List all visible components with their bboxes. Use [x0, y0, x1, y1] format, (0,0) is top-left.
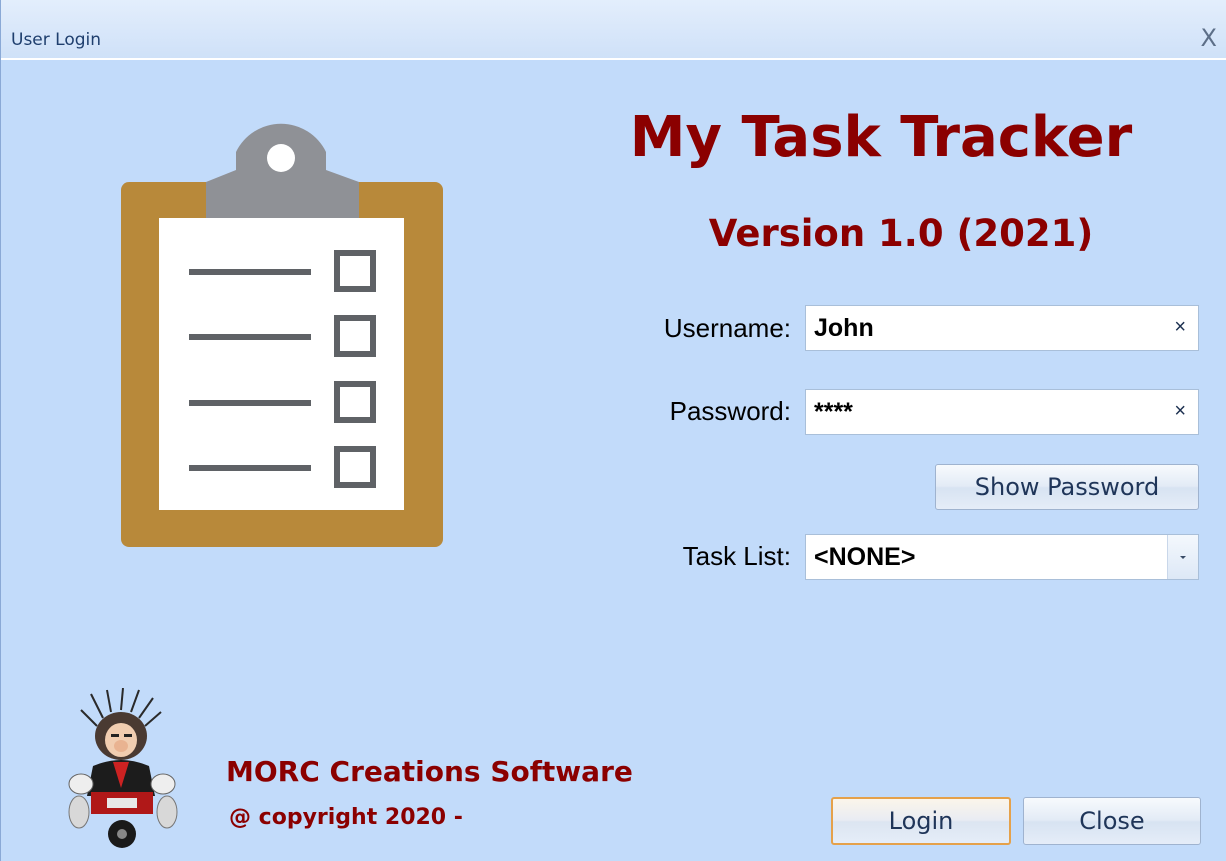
username-field[interactable]: John × — [805, 305, 1199, 351]
login-button[interactable]: Login — [831, 797, 1011, 845]
username-value: John — [814, 314, 874, 342]
app-version: Version 1.0 (2021) — [708, 212, 1094, 255]
window-close-icon[interactable]: X — [1201, 24, 1217, 52]
chevron-down-icon — [1180, 556, 1186, 559]
window-title: User Login — [11, 30, 102, 50]
company-name: MORC Creations Software — [226, 755, 633, 788]
password-value: **** — [814, 398, 853, 426]
copyright-text: @ copyright 2020 - — [229, 805, 463, 830]
task-list-label: Task List: — [682, 541, 791, 571]
biker-mascot-icon — [63, 687, 193, 852]
username-clear-icon[interactable]: × — [1174, 316, 1186, 339]
app-title: My Task Tracker — [629, 105, 1133, 170]
task-list-select[interactable]: <NONE> — [805, 534, 1199, 580]
password-clear-icon[interactable]: × — [1174, 400, 1186, 423]
dropdown-arrow-button[interactable] — [1167, 535, 1198, 579]
login-window: User Login X My Task Tracker Version 1.0… — [0, 0, 1226, 861]
close-button[interactable]: Close — [1023, 797, 1201, 845]
password-field[interactable]: **** × — [805, 389, 1199, 435]
task-list-value: <NONE> — [814, 543, 916, 571]
show-password-button[interactable]: Show Password — [935, 464, 1199, 510]
title-bar: User Login X — [1, 0, 1226, 60]
clipboard-checklist-icon — [121, 110, 446, 554]
password-label: Password: — [669, 396, 791, 426]
username-label: Username: — [663, 313, 791, 343]
